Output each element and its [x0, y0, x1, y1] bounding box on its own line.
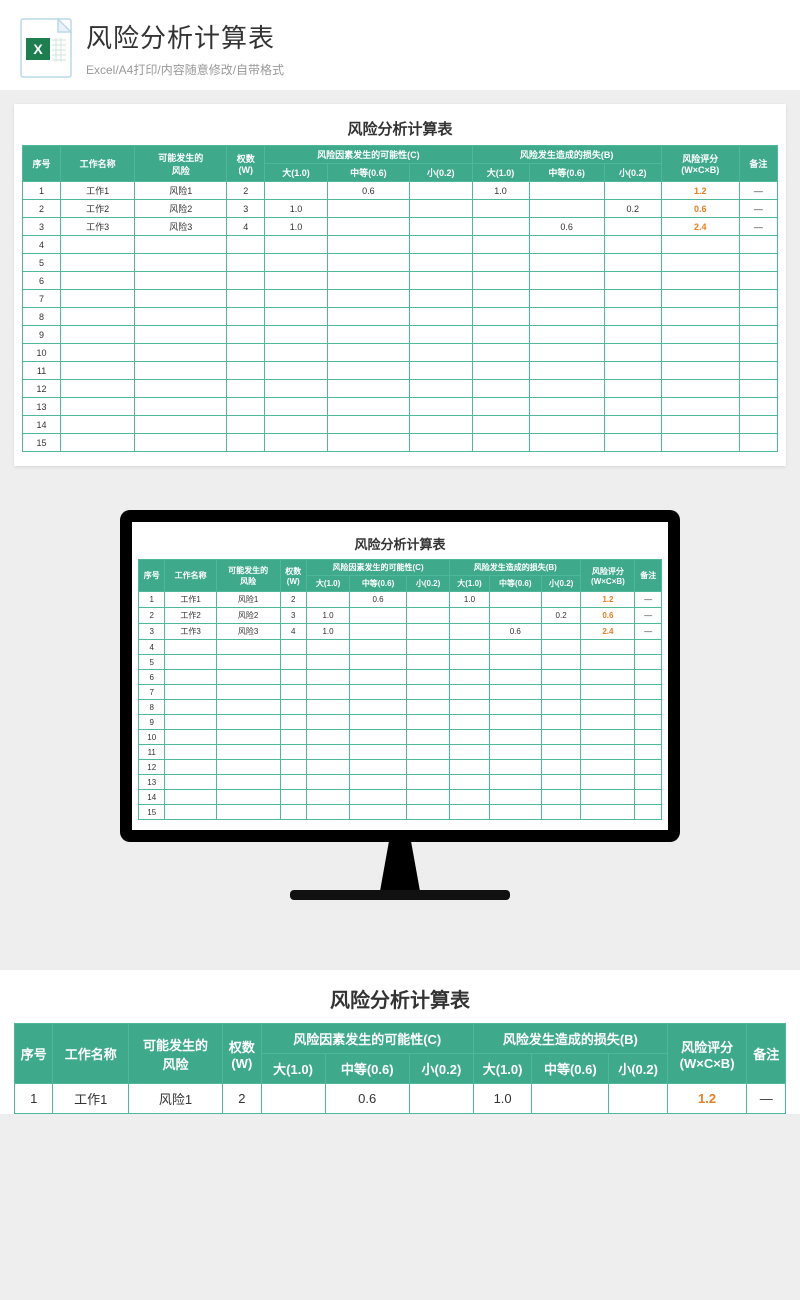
table-row: 7 [23, 290, 778, 308]
table-row: 13 [139, 775, 662, 790]
table-row: 12 [23, 380, 778, 398]
table-row: 11 [23, 362, 778, 380]
table-row: 8 [23, 308, 778, 326]
risk-table-crop: 序号 工作名称 可能发生的风险 权数(W) 风险因素发生的可能性(C) 风险发生… [14, 1023, 786, 1114]
page-subtitle: Excel/A4打印/内容随意修改/自带格式 [86, 61, 284, 78]
table-row: 4 [139, 640, 662, 655]
svg-text:X: X [33, 41, 43, 57]
page-title: 风险分析计算表 [86, 18, 284, 55]
table-row: 9 [23, 326, 778, 344]
risk-table-monitor: 序号 工作名称 可能发生的风险 权数(W) 风险因素发生的可能性(C) 风险发生… [138, 559, 662, 820]
table-row: 2工作2风险23 1.0 0.2 0.6— [139, 608, 662, 624]
table-row: 6 [139, 670, 662, 685]
table-row: 14 [139, 790, 662, 805]
table-row: 3工作3风险34 1.0 0.6 2.4— [23, 218, 778, 236]
table-row: 12 [139, 760, 662, 775]
table-row: 2工作2风险23 1.0 0.2 0.6— [23, 200, 778, 218]
risk-table: 序号 工作名称 可能发生的风险 权数(W) 风险因素发生的可能性(C) 风险发生… [22, 145, 778, 452]
table-row: 5 [139, 655, 662, 670]
table-row: 13 [23, 398, 778, 416]
sheet-preview-crop: 风险分析计算表 序号 工作名称 可能发生的风险 权数(W) 风险因素发生的可能性… [0, 970, 800, 1114]
excel-file-icon: X [20, 18, 72, 78]
table-row: 14 [23, 416, 778, 434]
table-row: 6 [23, 272, 778, 290]
sheet-title: 风险分析计算表 [22, 118, 778, 139]
table-row: 1工作1风险12 0.6 1.0 1.2— [15, 1084, 786, 1114]
sheet-title-crop: 风险分析计算表 [14, 984, 786, 1013]
sheet-title-monitor: 风险分析计算表 [138, 534, 662, 553]
table-row: 15 [23, 434, 778, 452]
table-row: 11 [139, 745, 662, 760]
table-row: 1工作1风险12 0.6 1.0 1.2— [23, 182, 778, 200]
sheet-preview-main: 风险分析计算表 序号 工作名称 可能发生的风险 权数(W) 风险因素发生的可能性… [14, 104, 786, 466]
table-row: 4 [23, 236, 778, 254]
table-row: 3工作3风险34 1.0 0.6 2.4— [139, 624, 662, 640]
table-row: 7 [139, 685, 662, 700]
table-row: 5 [23, 254, 778, 272]
table-row: 15 [139, 805, 662, 820]
table-row: 10 [139, 730, 662, 745]
page-header: X 风险分析计算表 Excel/A4打印/内容随意修改/自带格式 [0, 0, 800, 90]
table-row: 10 [23, 344, 778, 362]
table-row: 1工作1风险12 0.6 1.0 1.2— [139, 592, 662, 608]
table-row: 9 [139, 715, 662, 730]
table-row: 8 [139, 700, 662, 715]
monitor-mockup: 风险分析计算表 序号 工作名称 可能发生的风险 权数(W) 风险因素发生的可能性… [0, 480, 800, 940]
